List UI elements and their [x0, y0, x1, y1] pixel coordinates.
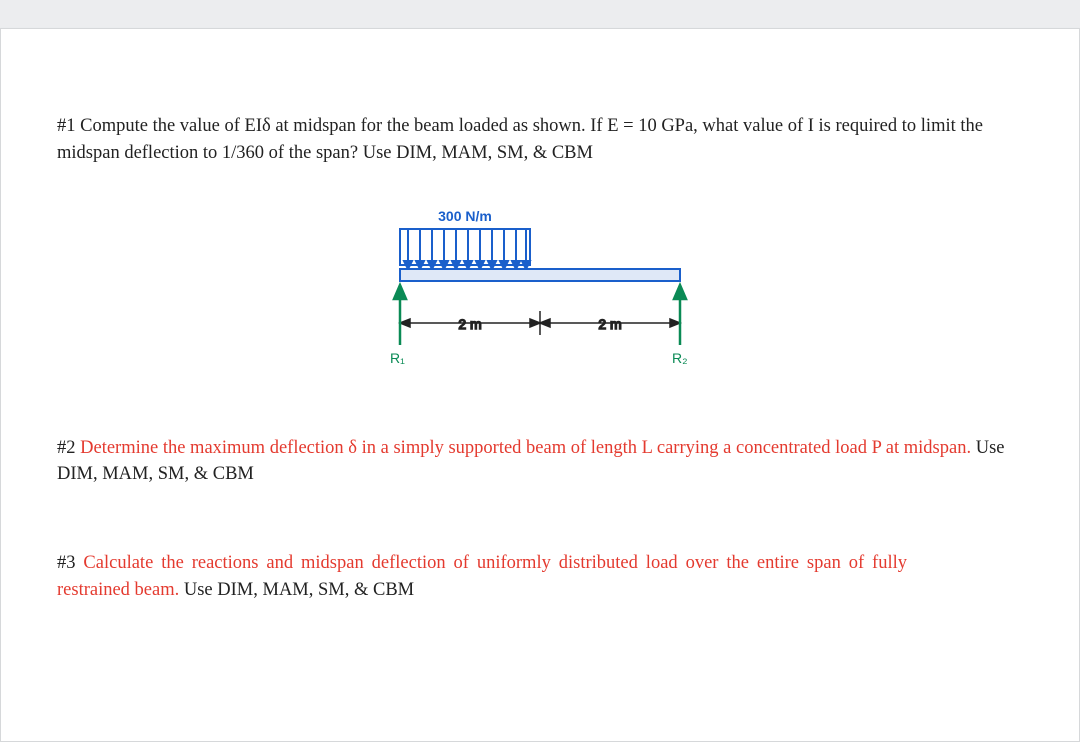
dimension-group: 2 m 2 m — [400, 307, 680, 339]
beam-rect — [400, 269, 680, 281]
problem-2-number: #2 — [57, 438, 76, 458]
reactions-group: R₁ R₂ — [390, 285, 688, 366]
problem-2-text: Determine the maximum deflection δ in a … — [80, 438, 971, 458]
problem-1: #1 Compute the value of EIδ at midspan f… — [57, 113, 1023, 167]
span-left-label: 2 m — [458, 316, 481, 332]
beam-svg: 300 N/m — [380, 207, 700, 387]
problem-1-text-a: Compute the value of EIδ at midspan for … — [80, 116, 808, 136]
problem-3: #3 Calculate the reactions and midspan d… — [57, 550, 907, 604]
problem-3-methods: Use DIM, MAM, SM, & CBM — [184, 580, 414, 600]
problem-3-number: #3 — [57, 553, 76, 573]
problem-1-methods: Use DIM, MAM, SM, & CBM — [363, 143, 593, 163]
load-label: 300 N/m — [438, 208, 492, 224]
reaction-left-label: R₁ — [390, 350, 405, 366]
span-right-label: 2 m — [598, 316, 621, 332]
problem-2: #2 Determine the maximum deflection δ in… — [57, 435, 1023, 489]
document-page: #1 Compute the value of EIδ at midspan f… — [0, 28, 1080, 742]
beam-figure: 300 N/m — [57, 207, 1023, 387]
spacer — [57, 528, 1023, 550]
load-arrows-group — [404, 229, 530, 269]
reaction-right-label: R₂ — [672, 350, 688, 366]
problem-1-number: #1 — [57, 116, 76, 136]
